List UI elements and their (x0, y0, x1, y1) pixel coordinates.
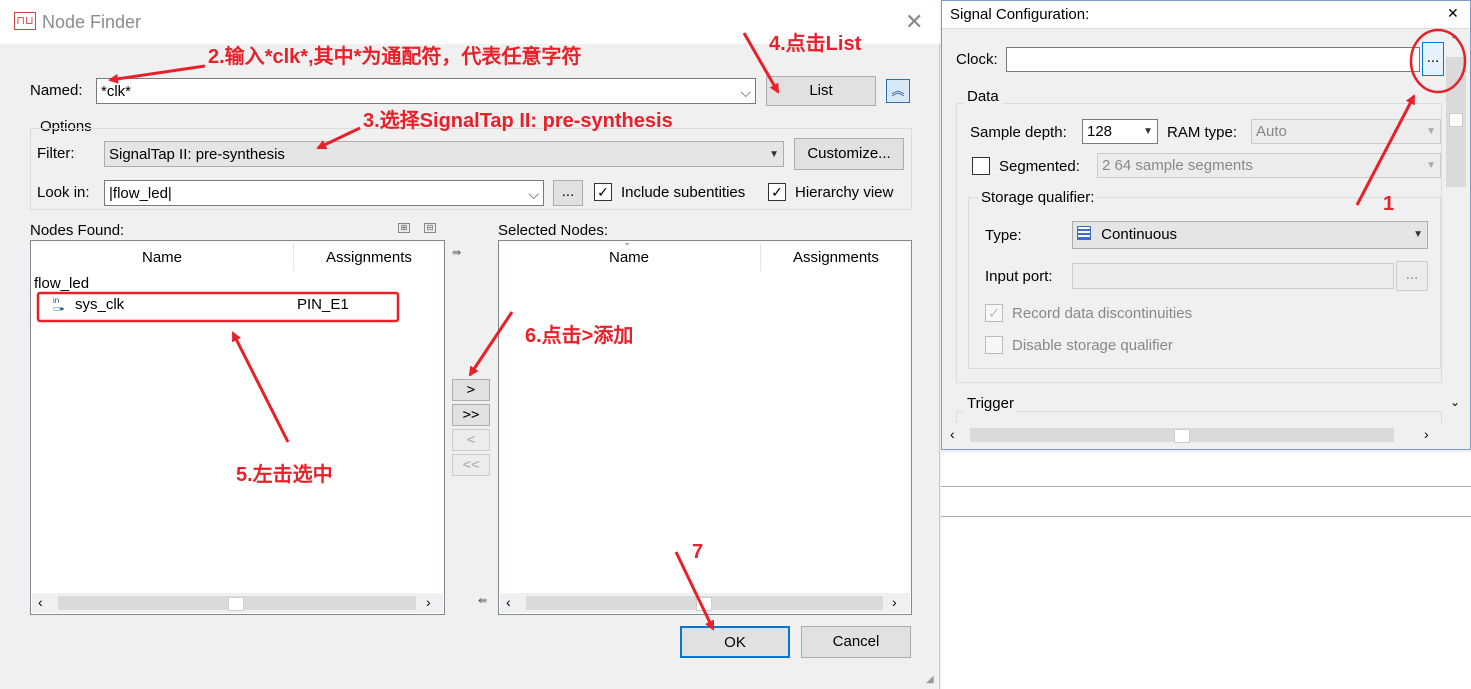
annotation-step4: 4.点击List (769, 33, 862, 55)
annotation-step6: 6.点击>添加 (525, 325, 634, 347)
annotation-arrow-step3 (316, 126, 361, 150)
annotation-step1: 1 (1383, 193, 1395, 215)
annotation-circle-clock-browse (1409, 28, 1467, 94)
annotation-box-sys-clk (36, 291, 400, 323)
annotation-arrow-step6 (468, 311, 514, 377)
annotation-arrow-step2 (108, 64, 206, 84)
annotation-arrow-step1 (1355, 94, 1416, 206)
annotation-step2: 2.输入*clk*,其中*为通配符，代表任意字符 (208, 46, 582, 68)
annotation-step5: 5.左击选中 (236, 464, 333, 486)
annotation-step3: 3.选择SignalTap II: pre-synthesis (363, 110, 673, 132)
annotation-overlay (36, 28, 1467, 631)
annotation-step7: 7 (692, 541, 704, 563)
annotation-arrow-step5 (231, 331, 290, 443)
